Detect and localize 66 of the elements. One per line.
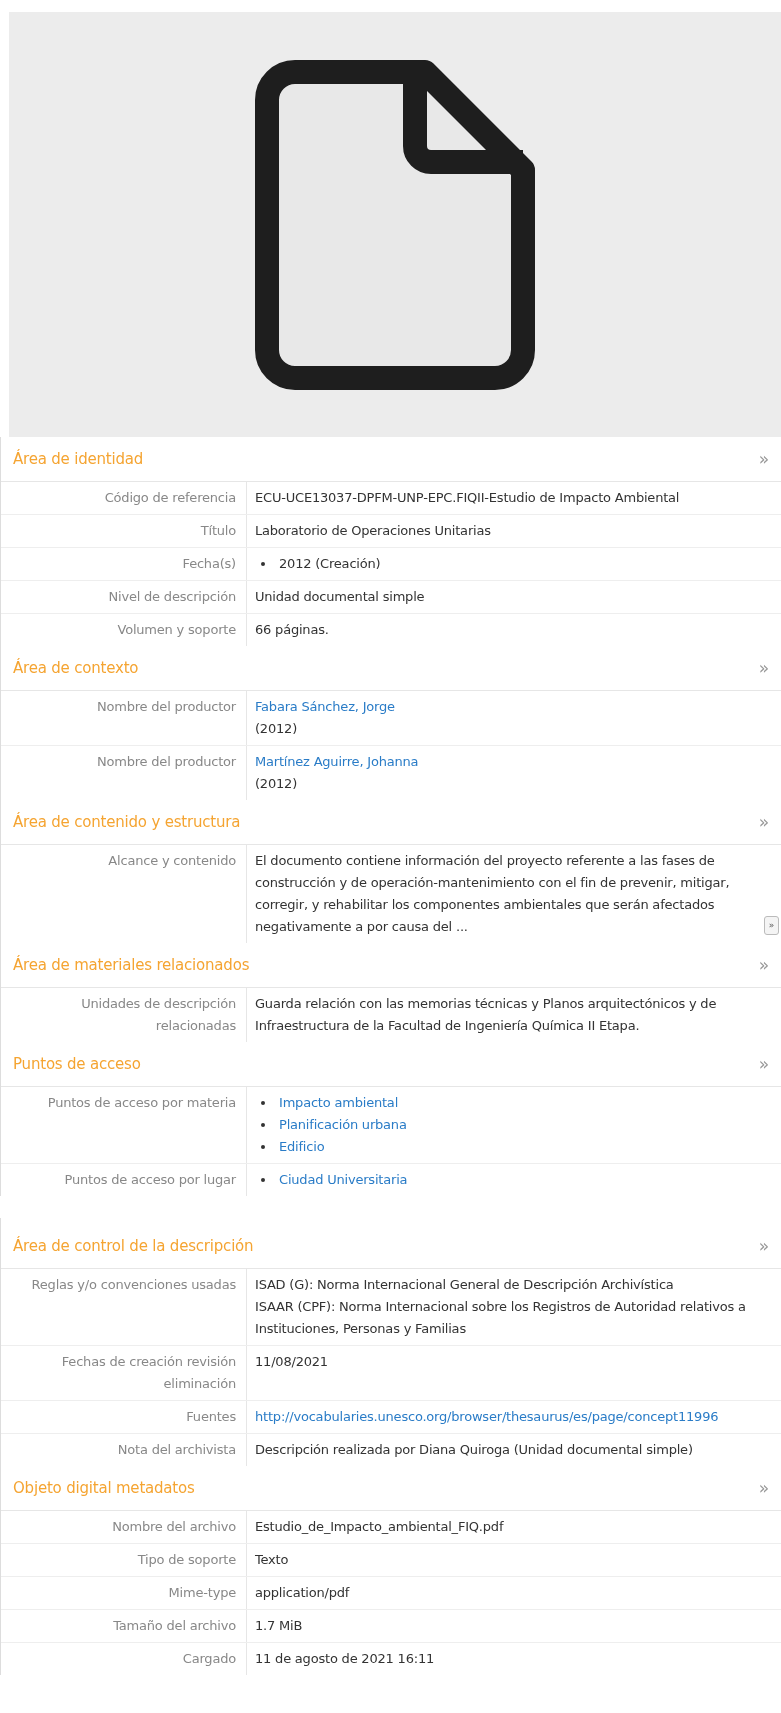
field-value: Laboratorio de Operaciones Unitarias xyxy=(255,522,492,540)
field-label: Tamaño del archivo xyxy=(113,1618,236,1633)
bullet-icon xyxy=(261,562,265,566)
field-label: Unidades de descripción relacionadas xyxy=(81,996,236,1033)
list-link[interactable]: Impacto ambiental xyxy=(279,1092,399,1114)
field-label: Fecha(s) xyxy=(182,556,236,571)
toggle-button[interactable]: » xyxy=(758,1055,769,1073)
field-value: Unidad documental simple xyxy=(255,588,426,606)
section-title: Objeto digital metadatos xyxy=(13,1477,195,1499)
field-value: (2012) xyxy=(255,720,299,738)
field-value: 11/08/2021 xyxy=(255,1353,329,1371)
field-value: Estudio_de_Impacto_ambiental_FIQ.pdf xyxy=(255,1518,505,1536)
toggle-button[interactable]: » xyxy=(758,813,769,831)
field-label: Nombre del productor xyxy=(96,699,236,714)
list-link[interactable]: Planificación urbana xyxy=(279,1114,407,1136)
field-label: Nombre del archivo xyxy=(112,1519,236,1534)
field-value: El documento contiene información del proyecto referente a las fases de construcción y de operación-mantenimiento con el fin de prevenir, mitigar, corregir, y rehabilitar los componentes ambientales que serán afectados negativamente a por causa del ... xyxy=(255,852,731,936)
toggle-button[interactable]: » xyxy=(758,450,769,468)
list-link[interactable]: Edificio xyxy=(279,1136,325,1158)
field-label: Nombre del productor xyxy=(96,754,236,769)
field-value: 1.7 MiB xyxy=(255,1617,304,1635)
field-label: Fechas de creación revisión eliminación xyxy=(61,1354,236,1391)
toggle-button[interactable]: » xyxy=(758,956,769,974)
section-title: Área de control de la descripción xyxy=(13,1235,254,1257)
field-label: Nota del archivista xyxy=(117,1442,236,1457)
section-title: Área de identidad xyxy=(13,448,144,470)
field-label: Código de referencia xyxy=(104,490,236,505)
field-value: Texto xyxy=(255,1551,290,1569)
field-label: Fuentes xyxy=(186,1409,236,1424)
field-value: application/pdf xyxy=(255,1584,351,1602)
field-value: 11 de agosto de 2021 16:11 xyxy=(255,1650,436,1668)
field-label: Nivel de descripción xyxy=(108,589,236,604)
bullet-icon xyxy=(261,1123,265,1127)
field-value: (2012) xyxy=(255,775,299,793)
bullet-icon xyxy=(261,1178,265,1182)
field-value: 66 páginas. xyxy=(255,621,330,639)
field-label: Volumen y soporte xyxy=(117,622,236,637)
expand-button[interactable]: » xyxy=(763,916,779,935)
field-value: Descripción realizada por Diana Quiroga (Unidad documental simple) xyxy=(255,1441,694,1459)
field-label: Cargado xyxy=(182,1651,236,1666)
section-title: Puntos de acceso xyxy=(13,1053,141,1075)
section-title: Área de materiales relacionados xyxy=(13,954,250,976)
bullet-icon xyxy=(261,1101,265,1105)
field-link[interactable]: http://vocabularies.unesco.org/browser/thesaurus/es/page/concept11996 xyxy=(255,1409,719,1424)
field-label: Puntos de acceso por lugar xyxy=(64,1172,236,1187)
field-value: Guarda relación con las memorias técnicas y Planos arquitectónicos y de Infraestructura de la Facultad de Ingeniería Química II Etapa. xyxy=(255,995,718,1035)
field-value: ECU-UCE13037-DPFM-UNP-EPC.FIQII-Estudio de Impacto Ambiental xyxy=(255,489,681,507)
field-link[interactable]: Fabara Sánchez, Jorge xyxy=(255,699,395,714)
section-title: Área de contenido y estructura xyxy=(13,811,241,833)
field-label: Mime-type xyxy=(168,1585,236,1600)
list-item: 2012 (Creación) xyxy=(279,555,381,573)
list-link[interactable]: Ciudad Universitaria xyxy=(279,1169,408,1191)
document-icon xyxy=(255,59,535,390)
field-label: Título xyxy=(200,523,236,538)
toggle-button[interactable]: » xyxy=(758,1479,769,1497)
field-label: Tipo de soporte xyxy=(137,1552,236,1567)
field-label: Puntos de acceso por materia xyxy=(47,1095,236,1110)
toggle-button[interactable]: » xyxy=(758,1237,769,1255)
toggle-button[interactable]: » xyxy=(758,659,769,677)
field-value: ISAAR (CPF): Norma Internacional sobre los Registros de Autoridad relativos a Instituciones, Personas y Familias xyxy=(255,1298,747,1338)
field-label: Reglas y/o convenciones usadas xyxy=(31,1277,236,1292)
field-link[interactable]: Martínez Aguirre, Johanna xyxy=(255,754,419,769)
field-label: Alcance y contenido xyxy=(108,853,236,868)
section-title: Área de contexto xyxy=(13,657,139,679)
field-value: ISAD (G): Norma Internacional General de Descripción Archivística xyxy=(255,1276,675,1294)
bullet-icon xyxy=(261,1145,265,1149)
